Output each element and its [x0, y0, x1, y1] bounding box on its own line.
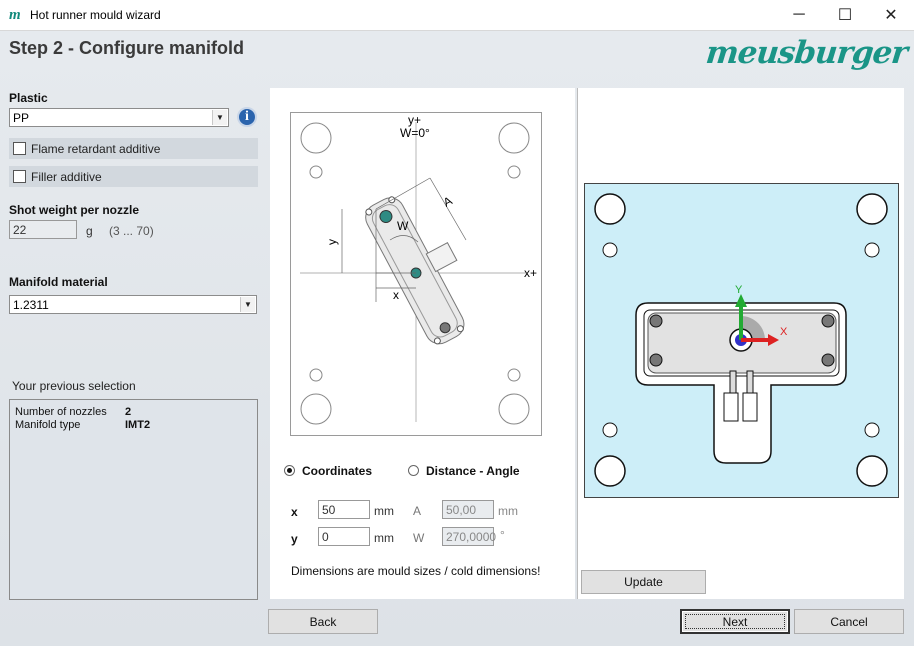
y-coord-label: y: [291, 532, 298, 546]
diagram-y-label: y: [325, 239, 339, 245]
diagram-y-axis-label: y+: [408, 113, 421, 127]
dimensions-note: Dimensions are mould sizes / cold dimens…: [291, 564, 541, 578]
filler-checkbox[interactable]: [13, 170, 26, 183]
prev-key-manifold: Manifold type: [15, 419, 81, 431]
chevron-down-icon[interactable]: ▼: [240, 297, 255, 312]
maximize-button[interactable]: ☐: [822, 0, 868, 30]
w-input[interactable]: 270,0000: [442, 527, 496, 546]
step-title: Step 2 - Configure manifold: [9, 38, 245, 58]
plastic-select[interactable]: PP ▼: [9, 108, 229, 127]
distance-angle-label: Distance - Angle: [426, 464, 520, 478]
manifold-material-select[interactable]: 1.2311 ▼: [9, 295, 257, 314]
shot-weight-label: Shot weight per nozzle: [9, 203, 140, 217]
prev-val-nozzles: 2: [125, 406, 132, 418]
w-unit: °: [500, 528, 505, 542]
info-icon[interactable]: i: [237, 107, 257, 127]
diagram-x-label: x: [393, 288, 399, 302]
cancel-button[interactable]: Cancel: [794, 609, 904, 634]
diagram-w-label: W: [397, 219, 409, 233]
w-label: W: [413, 531, 425, 545]
x-coord-label: x: [291, 505, 298, 519]
title-bar: m Hot runner mould wizard ─ ☐ ✕: [0, 0, 914, 31]
chevron-down-icon[interactable]: ▼: [212, 110, 227, 125]
flame-retardant-checkbox[interactable]: [13, 142, 26, 155]
preview-x-axis-label: X: [780, 326, 788, 338]
prev-key-nozzles: Number of nozzles: [15, 406, 107, 418]
wizard-body: Step 2 - Configure manifold meusburger P…: [0, 31, 914, 646]
flame-retardant-label: Flame retardant additive: [31, 142, 161, 156]
plastic-select-value: PP: [13, 111, 30, 125]
manifold-material-value: 1.2311: [13, 298, 49, 312]
a-unit: mm: [498, 504, 518, 518]
mould-preview: Y X: [584, 183, 899, 498]
shot-weight-unit: g: [86, 224, 93, 238]
window-title: Hot runner mould wizard: [30, 8, 161, 22]
flame-retardant-row[interactable]: Flame retardant additive: [9, 138, 258, 159]
app-logo-icon: m: [9, 7, 21, 23]
preview-panel: Y X: [577, 88, 904, 599]
x-coord-input[interactable]: 50: [318, 500, 370, 519]
distance-angle-radio[interactable]: [408, 465, 419, 476]
back-button[interactable]: Back: [268, 609, 378, 634]
coordinates-label: Coordinates: [302, 464, 373, 478]
update-button[interactable]: Update: [581, 570, 706, 594]
shot-weight-range: (3 ... 70): [109, 224, 154, 238]
plastic-label: Plastic: [9, 91, 48, 105]
y-coord-unit: mm: [374, 531, 394, 545]
filler-label: Filler additive: [31, 170, 102, 184]
filler-row[interactable]: Filler additive: [9, 166, 258, 187]
manifold-material-label: Manifold material: [9, 275, 108, 289]
a-input[interactable]: 50,00: [442, 500, 494, 519]
preview-y-axis-label: Y: [735, 284, 743, 296]
y-coord-input[interactable]: 0: [318, 527, 370, 546]
shot-weight-input[interactable]: 22: [9, 220, 77, 239]
brand-logo: meusburger: [704, 35, 909, 71]
manifold-diagram: y+ W=0° x+ A W y x: [290, 112, 542, 436]
a-label: A: [413, 504, 422, 518]
diagram-x-axis-label: x+: [524, 266, 537, 280]
previous-selection-box: Number of nozzles 2 Manifold type IMT2: [9, 399, 258, 600]
next-button[interactable]: Next: [680, 609, 790, 634]
x-coord-unit: mm: [374, 504, 394, 518]
configuration-panel: y+ W=0° x+ A W y x Coordinates Distance …: [270, 88, 575, 599]
prev-val-manifold: IMT2: [125, 419, 151, 431]
diagram-w-zero-label: W=0°: [400, 126, 430, 140]
coordinates-radio[interactable]: [284, 465, 295, 476]
previous-selection-title: Your previous selection: [12, 379, 136, 393]
minimize-button[interactable]: ─: [776, 0, 822, 30]
close-button[interactable]: ✕: [868, 0, 914, 30]
